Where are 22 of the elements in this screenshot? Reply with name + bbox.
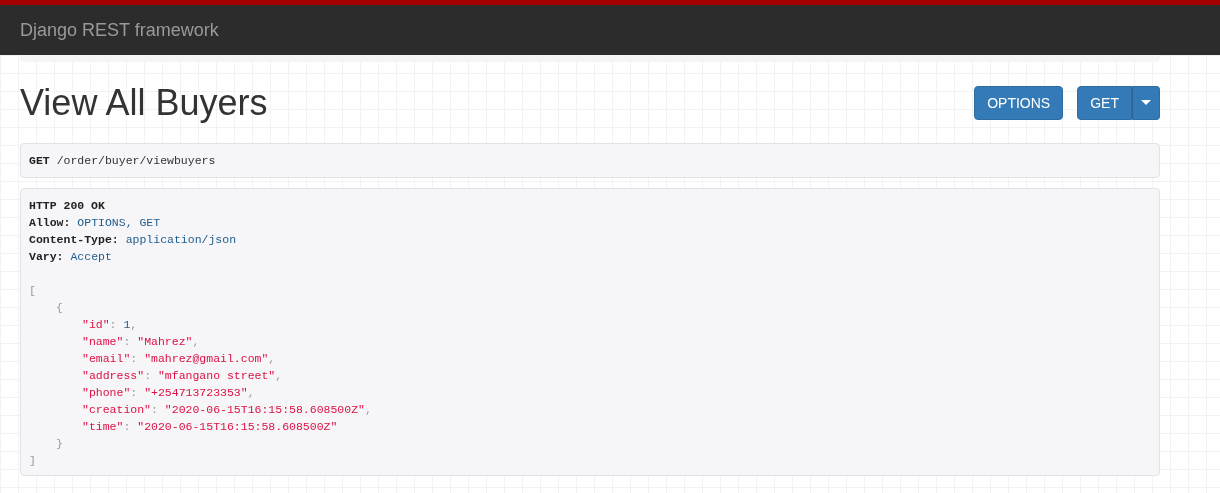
dropdown-toggle[interactable] bbox=[1132, 85, 1160, 120]
json-brace: } bbox=[56, 436, 63, 452]
json-line: "address": "mfangano street", bbox=[82, 368, 283, 384]
json-bracket: ] bbox=[29, 453, 36, 469]
response-header: Vary: Accept bbox=[29, 249, 112, 265]
get-button[interactable]: GET bbox=[1077, 85, 1132, 120]
json-line: "phone": "+254713723353", bbox=[82, 385, 255, 401]
brand-link[interactable]: Django REST framework bbox=[20, 19, 219, 41]
json-brace: { bbox=[56, 300, 63, 316]
options-button[interactable]: OPTIONS bbox=[974, 85, 1064, 120]
json-bracket: [ bbox=[29, 283, 36, 299]
page-title: View All Buyers bbox=[20, 81, 268, 124]
json-line: "id": 1, bbox=[82, 317, 138, 333]
response-header: Content-Type: application/json bbox=[29, 232, 237, 248]
json-line: "email": "mahrez@gmail.com", bbox=[82, 351, 276, 367]
response-status: HTTP 200 OK bbox=[29, 198, 105, 214]
caret-icon bbox=[1141, 99, 1151, 106]
response-header: Allow: OPTIONS, GET bbox=[29, 215, 161, 231]
json-line: "creation": "2020-06-15T16:15:58.608500Z", bbox=[82, 402, 372, 418]
json-line: "name": "Mahrez", bbox=[82, 334, 200, 350]
request-line: GET /order/buyer/viewbuyers bbox=[29, 153, 216, 169]
json-line: "time": "2020-06-15T16:15:58.608500Z" bbox=[82, 419, 338, 435]
